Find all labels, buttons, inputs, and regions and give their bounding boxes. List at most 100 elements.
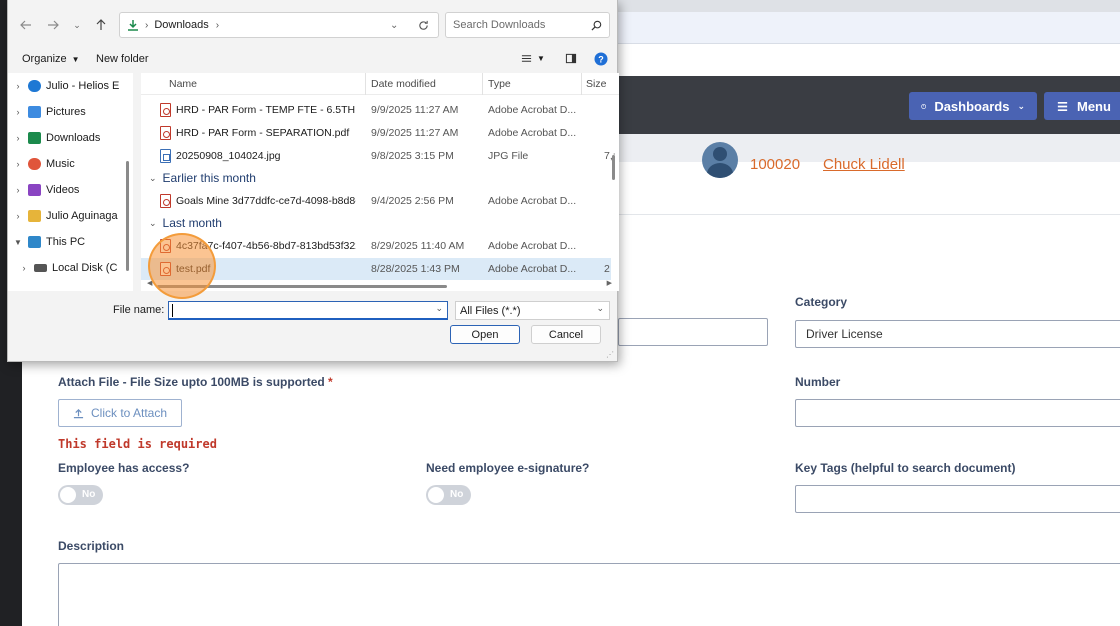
nav-pane-scrollbar[interactable] xyxy=(126,161,129,271)
new-folder-button[interactable]: New folder xyxy=(96,53,149,65)
arrow-left-icon xyxy=(20,20,31,30)
file-row[interactable]: Goals Mine 3d77ddfc-ce7d-4098-b8d8-2... … xyxy=(141,190,611,212)
column-divider[interactable] xyxy=(482,73,483,95)
click-to-attach-button[interactable]: Click to Attach xyxy=(58,399,182,427)
file-date: 9/9/2025 11:27 AM xyxy=(371,127,459,139)
menu-label: Menu xyxy=(1077,98,1111,114)
breadcrumb-downloads[interactable]: Downloads xyxy=(154,19,208,31)
this-pc-icon xyxy=(28,236,41,248)
chevron-right-icon[interactable]: › xyxy=(14,263,34,273)
file-type-select[interactable]: All Files (*.*) ⌄ xyxy=(455,301,610,320)
navigation-pane: › Julio - Helios E › Pictures › Download… xyxy=(8,73,133,291)
document-name-input[interactable] xyxy=(618,318,768,346)
column-header-date[interactable]: Date modified xyxy=(371,78,436,90)
nav-item-user-folder[interactable]: › Julio Aguinaga xyxy=(8,203,133,229)
nav-item-onedrive[interactable]: › Julio - Helios E xyxy=(8,73,133,99)
file-date: 9/4/2025 2:56 PM xyxy=(371,195,454,207)
file-name-label: File name: xyxy=(113,304,165,316)
file-type: Adobe Acrobat D... xyxy=(488,263,577,275)
resize-grip-icon[interactable]: ⋰ xyxy=(606,350,614,359)
attach-file-label: Attach File - File Size upto 100MB is su… xyxy=(58,375,333,389)
employee-name-link[interactable]: Chuck Lidell xyxy=(823,156,905,173)
esignature-toggle[interactable]: No xyxy=(426,485,471,505)
chevron-right-icon[interactable]: › xyxy=(8,107,28,117)
dashboards-label: Dashboards xyxy=(934,98,1010,114)
chevron-down-icon: ⌄ xyxy=(73,19,81,30)
category-value: Driver License xyxy=(806,327,883,341)
employee-id[interactable]: 100020 xyxy=(750,156,800,173)
image-file-icon xyxy=(160,149,171,163)
column-divider[interactable] xyxy=(365,73,366,95)
scroll-right-icon[interactable]: ▶ xyxy=(607,279,612,287)
chevron-right-icon[interactable]: › xyxy=(8,133,28,143)
chevron-down-icon[interactable]: ⌄ xyxy=(390,20,398,31)
recent-locations-button[interactable]: ⌄ xyxy=(67,15,87,35)
breadcrumb-separator-icon: › xyxy=(215,19,220,31)
chevron-right-icon[interactable]: › xyxy=(8,159,28,169)
chevron-right-icon[interactable]: › xyxy=(8,81,28,91)
arrow-up-icon xyxy=(96,19,106,30)
chevron-down-icon[interactable]: ▼ xyxy=(8,238,28,247)
file-row[interactable]: 20250908_104024.jpg 9/8/2025 3:15 PM JPG… xyxy=(141,145,616,167)
chevron-down-icon: ⌄ xyxy=(596,303,604,313)
description-textarea[interactable] xyxy=(58,563,1120,626)
chevron-right-icon[interactable]: › xyxy=(8,185,28,195)
downloads-folder-icon xyxy=(28,132,41,144)
chevron-down-icon[interactable]: ⌄ xyxy=(435,303,443,314)
nav-item-music[interactable]: › Music xyxy=(8,151,133,177)
open-button[interactable]: Open xyxy=(450,325,520,344)
pdf-file-icon xyxy=(160,103,171,117)
column-headers: Name Date modified Type Size xyxy=(141,73,619,95)
pictures-folder-icon xyxy=(28,106,41,118)
file-type: JPG File xyxy=(488,150,529,162)
nav-item-pictures[interactable]: › Pictures xyxy=(8,99,133,125)
file-name-input[interactable]: ⌄ xyxy=(168,301,448,320)
address-bar[interactable]: › Downloads › ⌄ xyxy=(119,12,439,38)
key-tags-input[interactable] xyxy=(795,485,1120,513)
file-row[interactable]: HRD - PAR Form - TEMP FTE - 6.5TH.pdf 9/… xyxy=(141,99,611,121)
column-header-size[interactable]: Size xyxy=(586,78,606,90)
group-header-earlier-this-month[interactable]: ⌄ Earlier this month xyxy=(149,169,256,187)
preview-pane-button[interactable] xyxy=(565,53,577,64)
category-label: Category xyxy=(795,295,848,309)
nav-item-local-disk[interactable]: › Local Disk (C xyxy=(8,255,133,281)
chevron-right-icon[interactable]: › xyxy=(8,211,28,221)
menu-button[interactable]: Menu xyxy=(1044,92,1120,120)
toggle-state-label: No xyxy=(82,489,96,500)
column-header-name[interactable]: Name xyxy=(169,78,197,90)
horizontal-scrollbar[interactable]: ◀ ▶ xyxy=(147,279,612,291)
nav-item-videos[interactable]: › Videos xyxy=(8,177,133,203)
column-divider[interactable] xyxy=(581,73,582,95)
file-type: Adobe Acrobat D... xyxy=(488,104,577,116)
forward-button[interactable] xyxy=(43,15,63,35)
number-input[interactable] xyxy=(795,399,1120,427)
help-button[interactable]: ? xyxy=(594,52,608,66)
up-folder-button[interactable] xyxy=(91,15,111,35)
nav-item-this-pc[interactable]: ▼ This PC xyxy=(8,229,133,255)
file-row[interactable]: HRD - PAR Form - SEPARATION.pdf 9/9/2025… xyxy=(141,122,611,144)
file-date: 8/28/2025 1:43 PM xyxy=(371,263,460,275)
file-date: 9/9/2025 11:27 AM xyxy=(371,104,459,116)
preview-pane-icon xyxy=(565,53,577,64)
file-list-scrollbar[interactable] xyxy=(612,155,615,180)
refresh-icon[interactable] xyxy=(418,20,429,31)
nav-item-label: Pictures xyxy=(46,106,86,118)
organize-button[interactable]: Organize ▼ xyxy=(22,53,80,65)
number-label: Number xyxy=(795,375,841,389)
back-button[interactable] xyxy=(16,15,36,35)
employee-access-toggle[interactable]: No xyxy=(58,485,103,505)
attach-file-label-text: Attach File - File Size upto 100MB is su… xyxy=(58,375,325,389)
category-select[interactable]: Driver License xyxy=(795,320,1120,348)
group-header-last-month[interactable]: ⌄ Last month xyxy=(149,214,222,232)
help-icon: ? xyxy=(594,52,608,66)
toggle-knob xyxy=(428,487,444,503)
group-header-label: Last month xyxy=(162,216,222,230)
pdf-file-icon xyxy=(160,126,171,140)
nav-item-downloads[interactable]: › Downloads xyxy=(8,125,133,151)
dashboards-button[interactable]: Dashboards ⌄ xyxy=(909,92,1037,120)
view-options-button[interactable]: ▼ xyxy=(521,53,545,64)
cancel-button[interactable]: Cancel xyxy=(531,325,601,344)
column-header-type[interactable]: Type xyxy=(488,78,511,90)
file-name: 20250908_104024.jpg xyxy=(176,150,281,162)
search-input[interactable]: Search Downloads xyxy=(445,12,610,38)
